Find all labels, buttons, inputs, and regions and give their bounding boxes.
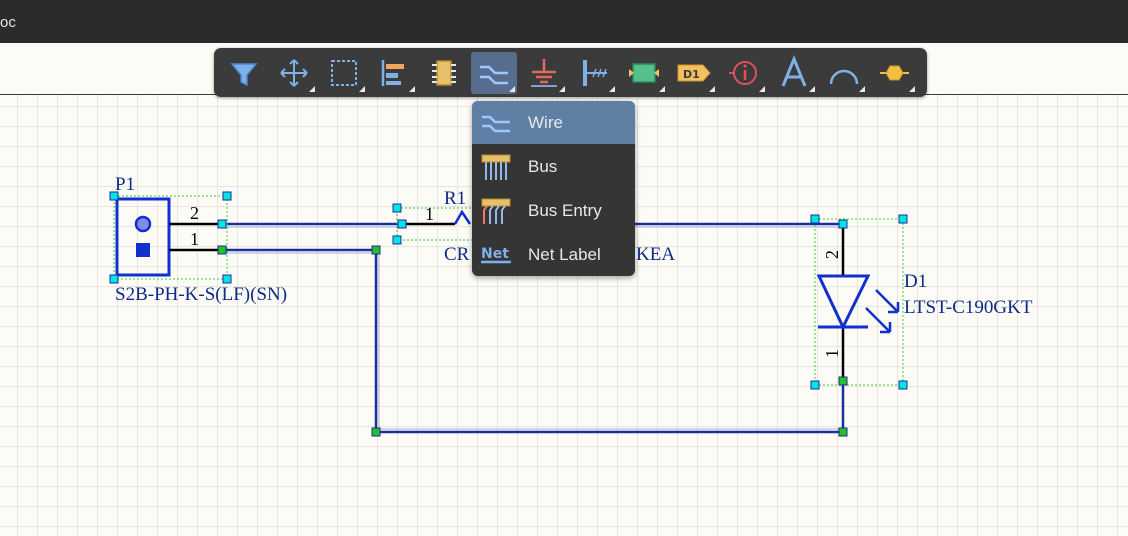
flyout-indicator [859,86,865,92]
bus-entry-icon [481,198,511,224]
sheet-symbol-tool[interactable] [621,52,667,94]
menu-item-net-label[interactable]: Net Net Label [472,233,635,276]
d1-designator: D1 [904,271,927,292]
bus-icon [481,154,511,180]
place-part-tool[interactable] [421,52,467,94]
text-tool[interactable] [771,52,817,94]
d1-comment: LTST-C190GKT [904,297,1033,318]
menu-item-label: Wire [528,113,563,132]
flyout-indicator [759,86,765,92]
shape-tool[interactable] [871,52,917,94]
power-port-tool[interactable] [521,52,567,94]
p1-pin2-number: 2 [190,203,199,223]
flyout-indicator [659,86,665,92]
arc-tool[interactable] [821,52,867,94]
flyout-indicator [509,86,515,92]
flyout-indicator [559,86,565,92]
component-d1[interactable]: D1 LTST-C190GKT 2 1 [814,218,1033,386]
directive-tool[interactable] [721,52,767,94]
window-title: oc [0,14,16,31]
menu-item-wire[interactable]: Wire [472,101,635,144]
flyout-indicator [359,86,365,92]
menu-item-label: Bus [528,157,558,176]
title-bar: oc [0,0,1128,43]
p1-comment: S2B-PH-K-S(LF)(SN) [115,284,287,305]
select-tool[interactable] [321,52,367,94]
wire-icon [482,115,510,133]
flyout-indicator [809,86,815,92]
move-tool[interactable] [271,52,317,94]
d1-pin2-number: 2 [822,250,842,259]
menu-item-bus[interactable]: Bus [472,145,635,188]
net-label-icon: Net [481,246,511,264]
harness-tool[interactable] [571,52,617,94]
flyout-indicator [309,86,315,92]
filter-tool[interactable] [221,52,267,94]
flyout-indicator [609,86,615,92]
r1-comment-right: KEA [636,244,675,265]
menu-item-label: Bus Entry [528,201,602,220]
r1-designator: R1 [444,188,466,209]
wiring-tool[interactable] [471,52,517,94]
p1-pin1-number: 1 [190,229,199,249]
net-badge-label: Net [481,246,509,262]
wiring-dropdown-menu: Wire Bus Bus Entry Net Net Label [472,101,635,276]
flyout-indicator [709,86,715,92]
funnel-icon [230,63,258,87]
port-tool[interactable]: D1 [671,52,717,94]
flyout-indicator [909,86,915,92]
d1-pin1-number: 1 [822,349,842,358]
menu-item-bus-entry[interactable]: Bus Entry [472,189,635,232]
component-icon [432,60,456,86]
align-tool[interactable] [371,52,417,94]
menu-item-label: Net Label [528,245,601,264]
wire-p1-pin1-return [222,248,845,434]
r1-pin1-number: 1 [425,204,434,224]
r1-comment-left: CR [444,244,470,265]
active-bar-toolbar: D1 [214,48,927,97]
flyout-indicator [409,86,415,92]
port-badge-label: D1 [683,68,700,81]
component-p1[interactable]: P1 S2B-PH-K-S(LF)(SN) 2 1 [113,174,287,305]
